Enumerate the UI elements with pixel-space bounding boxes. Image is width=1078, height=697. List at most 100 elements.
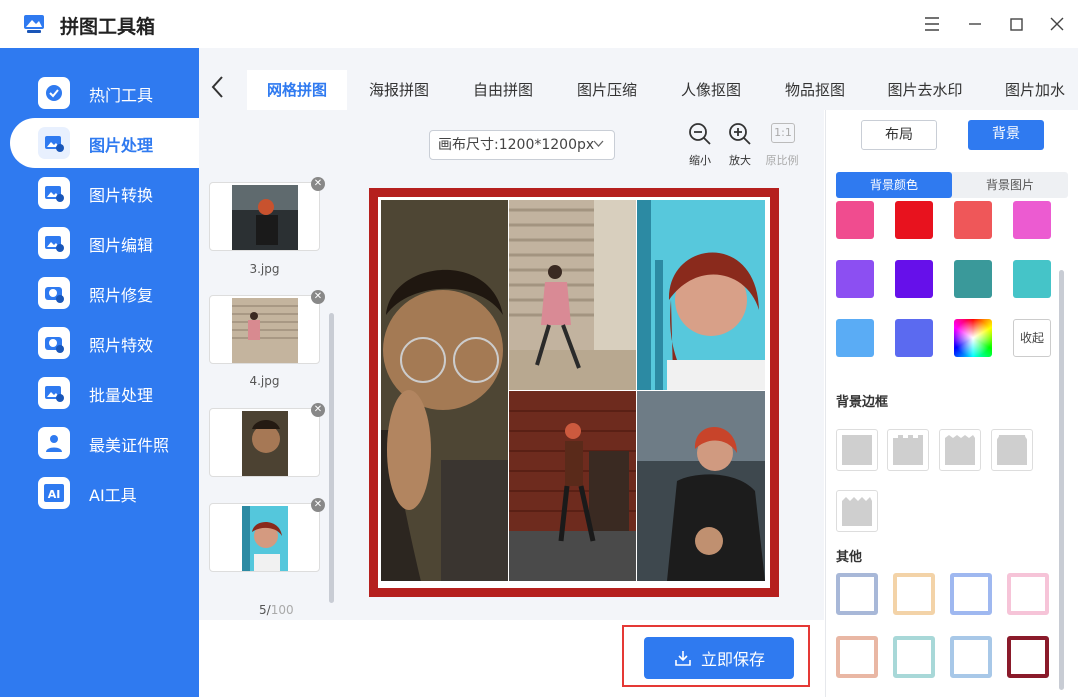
frame-option[interactable] — [893, 573, 935, 615]
app-window: 拼图工具箱 热门工具 图片处理 图片转换 图片编辑 照片修复 照片特效 批量处理… — [0, 0, 1078, 697]
collage-cell-portrait-glasses[interactable] — [381, 200, 508, 581]
border-option[interactable] — [939, 429, 981, 471]
thumbnail-image — [232, 298, 298, 363]
app-title: 拼图工具箱 — [60, 16, 156, 38]
sidebar-item-image-convert[interactable]: 图片转换 — [10, 168, 199, 218]
sidebar-item-ai-tools[interactable]: AI AI工具 — [10, 468, 199, 518]
color-swatch[interactable] — [954, 260, 992, 298]
zoom-out-button[interactable]: 缩小 — [680, 122, 720, 167]
color-swatch[interactable] — [836, 201, 874, 239]
tab-grid-collage[interactable]: 网格拼图 — [247, 70, 347, 110]
border-option[interactable] — [836, 429, 878, 471]
thumbnail-image — [242, 411, 288, 476]
color-swatch[interactable] — [954, 201, 992, 239]
color-swatch[interactable] — [895, 260, 933, 298]
custom-color-picker[interactable] — [954, 319, 992, 357]
thumbnail-filename: 3.jpg — [249, 262, 280, 276]
sidebar-item-batch-process[interactable]: 批量处理 — [10, 368, 199, 418]
other-section-title: 其他 — [836, 550, 863, 565]
maximize-icon[interactable] — [1004, 12, 1028, 36]
sidebar: 热门工具 图片处理 图片转换 图片编辑 照片修复 照片特效 批量处理 最美证件照… — [0, 48, 199, 697]
tab-object-cutout[interactable]: 物品抠图 — [765, 70, 865, 110]
border-option[interactable] — [887, 429, 929, 471]
frame-option[interactable] — [836, 573, 878, 615]
svg-text:AI: AI — [48, 488, 61, 501]
tab-free-collage[interactable]: 自由拼图 — [453, 70, 553, 110]
settings-panel: 布局 背景 背景颜色 背景图片 收起 背景边框 其他 — [825, 110, 1078, 697]
tab-bar: 网格拼图 海报拼图 自由拼图 图片压缩 人像抠图 物品抠图 图片去水印 图片加水 — [199, 48, 1078, 110]
remove-thumbnail-button[interactable]: ✕ — [311, 290, 325, 304]
image-process-icon — [38, 127, 70, 159]
border-section-title: 背景边框 — [836, 395, 889, 410]
frame-option[interactable] — [1007, 573, 1049, 615]
sidebar-item-label: 批量处理 — [89, 386, 154, 405]
sidebar-item-image-process[interactable]: 图片处理 — [10, 118, 199, 168]
thumbnail-card[interactable]: ✕ — [209, 177, 325, 251]
sidebar-item-label: 图片转换 — [89, 186, 154, 205]
sidebar-item-label: 图片编辑 — [89, 236, 154, 255]
frame-option[interactable] — [1007, 636, 1049, 678]
original-ratio-label: 原比例 — [765, 154, 799, 167]
border-option[interactable] — [991, 429, 1033, 471]
thumbnail-card[interactable]: ✕ — [209, 290, 325, 364]
canvas-size-select[interactable]: 画布尺寸:1200*1200px — [429, 130, 615, 160]
border-option[interactable] — [836, 490, 878, 532]
thumbnail-card[interactable]: ✕ — [209, 498, 325, 572]
frame-option[interactable] — [836, 636, 878, 678]
zoom-out-label: 缩小 — [689, 154, 711, 167]
ratio-icon: 1:1 — [771, 123, 795, 143]
color-swatch[interactable] — [1013, 201, 1051, 239]
minimize-icon[interactable] — [963, 12, 987, 36]
zoom-in-button[interactable]: 放大 — [720, 122, 760, 167]
collage-cell-leather-jacket[interactable] — [637, 391, 765, 581]
close-icon[interactable] — [1045, 12, 1069, 36]
color-swatch[interactable] — [836, 319, 874, 357]
sidebar-item-photo-repair[interactable]: 照片修复 — [10, 268, 199, 318]
sidebar-item-label: AI工具 — [89, 486, 137, 505]
tab-background[interactable]: 背景 — [968, 120, 1044, 150]
thumbnail-image — [242, 506, 288, 571]
color-swatch[interactable] — [1013, 260, 1051, 298]
frame-option[interactable] — [950, 573, 992, 615]
chevron-left-icon[interactable] — [209, 74, 231, 102]
thumbnail-filename: 4.jpg — [249, 374, 280, 388]
image-count: 5/100 — [259, 603, 294, 617]
save-button[interactable]: 立即保存 — [644, 637, 794, 679]
sidebar-item-label: 最美证件照 — [89, 436, 170, 455]
zoom-in-icon — [729, 123, 751, 145]
tab-portrait-cutout[interactable]: 人像抠图 — [661, 70, 761, 110]
tab-image-compress[interactable]: 图片压缩 — [557, 70, 657, 110]
tab-add-watermark[interactable]: 图片加水 — [1005, 70, 1078, 110]
sidebar-item-photo-effects[interactable]: 照片特效 — [10, 318, 199, 368]
collage-cell-brick-street[interactable] — [509, 391, 636, 581]
frame-option[interactable] — [950, 636, 992, 678]
panel-scrollbar[interactable] — [1059, 270, 1064, 690]
sidebar-item-hot-tools[interactable]: 热门工具 — [10, 68, 199, 118]
thumbnail-card[interactable]: ✕ — [209, 403, 325, 477]
menu-icon[interactable] — [920, 12, 944, 36]
subtab-bg-image[interactable]: 背景图片 — [952, 172, 1068, 198]
collage-preview[interactable] — [369, 188, 779, 597]
remove-thumbnail-button[interactable]: ✕ — [311, 177, 325, 191]
color-swatch[interactable] — [895, 319, 933, 357]
frame-option[interactable] — [893, 636, 935, 678]
collapse-button[interactable]: 收起 — [1013, 319, 1051, 357]
subtab-bg-color[interactable]: 背景颜色 — [836, 172, 952, 198]
tab-poster-collage[interactable]: 海报拼图 — [349, 70, 449, 110]
tab-layout[interactable]: 布局 — [861, 120, 937, 150]
thumbnail-scrollbar[interactable] — [329, 313, 334, 603]
zoom-out-icon — [689, 123, 711, 145]
collage-cell-red-hair[interactable] — [637, 200, 765, 390]
sidebar-item-id-photo[interactable]: 最美证件照 — [10, 418, 199, 468]
tab-remove-watermark[interactable]: 图片去水印 — [875, 70, 975, 110]
sidebar-item-image-edit[interactable]: 图片编辑 — [10, 218, 199, 268]
remove-thumbnail-button[interactable]: ✕ — [311, 403, 325, 417]
collage-cell-pink-coat[interactable] — [509, 200, 636, 390]
remove-thumbnail-button[interactable]: ✕ — [311, 498, 325, 512]
sidebar-item-label: 热门工具 — [89, 86, 154, 105]
batch-process-icon — [38, 377, 70, 409]
bottom-bar: 立即保存 — [199, 620, 825, 697]
original-ratio-button[interactable]: 1:1 原比例 — [762, 122, 802, 167]
color-swatch[interactable] — [836, 260, 874, 298]
color-swatch[interactable] — [895, 201, 933, 239]
